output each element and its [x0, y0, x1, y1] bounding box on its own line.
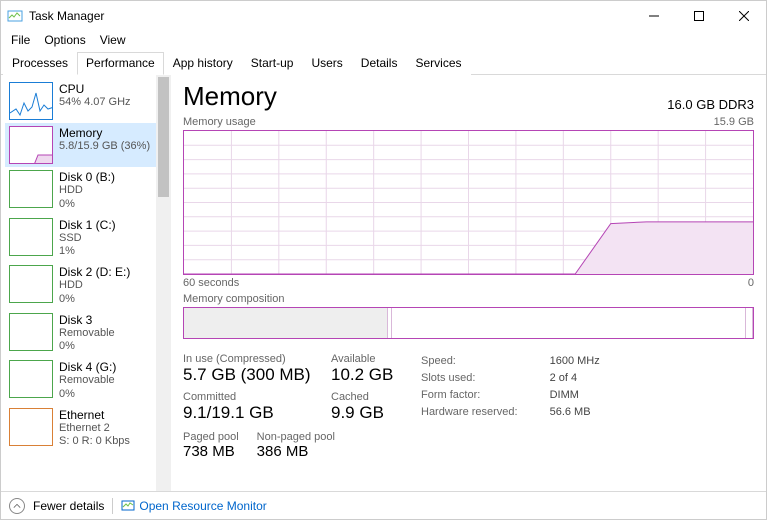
tab-processes[interactable]: Processes	[3, 52, 77, 75]
sidebar-item-sub: 54% 4.07 GHz	[59, 96, 131, 110]
sidebar-item-disk0[interactable]: Disk 0 (B:)HDD0%	[5, 167, 161, 215]
nonpaged-value: 386 MB	[257, 443, 335, 460]
nonpaged-label: Non-paged pool	[257, 431, 335, 443]
memory-usage-chart[interactable]	[183, 130, 754, 275]
sidebar-item-name: Memory	[59, 126, 150, 140]
tab-app-history[interactable]: App history	[164, 52, 242, 75]
eth-thumb-chart	[9, 408, 53, 446]
disk2-thumb-chart	[9, 265, 53, 303]
sidebar-item-cpu[interactable]: CPU54% 4.07 GHz	[5, 79, 161, 123]
committed-label: Committed	[183, 391, 313, 403]
sidebar-item-name: Disk 1 (C:)	[59, 218, 116, 232]
performance-panel: Memory 16.0 GB DDR3 Memory usage 15.9 GB…	[171, 75, 766, 491]
committed-value: 9.1/19.1 GB	[183, 403, 313, 423]
sidebar-item-name: Disk 3	[59, 313, 115, 327]
available-value: 10.2 GB	[331, 365, 401, 385]
composition-seg-standby	[392, 308, 746, 338]
sidebar-item-name: Ethernet	[59, 408, 130, 422]
composition-seg-free	[746, 308, 753, 338]
spec-slots-value: 2 of 4	[550, 372, 600, 387]
tab-details[interactable]: Details	[352, 52, 407, 75]
spec-hwres-value: 56.6 MB	[550, 406, 600, 421]
resource-monitor-icon	[121, 499, 135, 513]
app-icon	[7, 8, 23, 24]
footer-separator	[112, 498, 113, 514]
disk4-thumb-chart	[9, 360, 53, 398]
sidebar: CPU54% 4.07 GHzMemory5.8/15.9 GB (36%)Di…	[1, 75, 171, 491]
window-title: Task Manager	[29, 9, 104, 23]
sidebar-item-sub: Removable0%	[59, 374, 116, 402]
tab-users[interactable]: Users	[302, 52, 351, 75]
sidebar-scrollbar[interactable]	[156, 75, 171, 491]
sidebar-item-sub: Ethernet 2S: 0 R: 0 Kbps	[59, 422, 130, 450]
composition-seg-in-use	[184, 308, 388, 338]
memory-thumb-chart	[9, 126, 53, 164]
sidebar-item-disk3[interactable]: Disk 3Removable0%	[5, 310, 161, 358]
in-use-label: In use (Compressed)	[183, 353, 313, 365]
spec-speed-label: Speed:	[421, 355, 548, 370]
spec-hwres-label: Hardware reserved:	[421, 406, 548, 421]
menu-file[interactable]: File	[5, 31, 36, 49]
usage-label: Memory usage	[183, 116, 256, 128]
sidebar-item-sub: SSD1%	[59, 232, 116, 260]
cached-value: 9.9 GB	[331, 403, 401, 423]
cpu-thumb-chart	[9, 82, 53, 120]
memory-composition-bar[interactable]	[183, 307, 754, 339]
tab-bar: Processes Performance App history Start-…	[1, 51, 766, 75]
main-area: CPU54% 4.07 GHzMemory5.8/15.9 GB (36%)Di…	[1, 75, 766, 491]
sidebar-item-disk1[interactable]: Disk 1 (C:)SSD1%	[5, 215, 161, 263]
spec-form-value: DIMM	[550, 389, 600, 404]
menu-options[interactable]: Options	[38, 31, 91, 49]
usage-max: 15.9 GB	[714, 116, 754, 128]
spec-table: Speed:1600 MHz Slots used:2 of 4 Form fa…	[419, 353, 602, 423]
chevron-up-icon[interactable]	[9, 498, 25, 514]
sidebar-item-name: Disk 2 (D: E:)	[59, 265, 130, 279]
disk3-thumb-chart	[9, 313, 53, 351]
tab-performance[interactable]: Performance	[77, 52, 164, 75]
minimize-button[interactable]	[631, 1, 676, 31]
sidebar-item-name: Disk 0 (B:)	[59, 170, 115, 184]
sidebar-item-memory[interactable]: Memory5.8/15.9 GB (36%)	[5, 123, 161, 167]
axis-right: 0	[748, 277, 754, 289]
disk0-thumb-chart	[9, 170, 53, 208]
spec-speed-value: 1600 MHz	[550, 355, 600, 370]
in-use-value: 5.7 GB (300 MB)	[183, 365, 313, 385]
menu-bar: File Options View	[1, 31, 766, 51]
sidebar-item-sub: HDD0%	[59, 184, 115, 212]
sidebar-item-disk2[interactable]: Disk 2 (D: E:)HDD0%	[5, 262, 161, 310]
sidebar-item-disk4[interactable]: Disk 4 (G:)Removable0%	[5, 357, 161, 405]
scrollbar-thumb[interactable]	[158, 77, 169, 197]
open-resource-monitor-link[interactable]: Open Resource Monitor	[121, 499, 266, 513]
panel-title: Memory	[183, 81, 277, 112]
axis-left: 60 seconds	[183, 277, 239, 289]
spec-form-label: Form factor:	[421, 389, 548, 404]
paged-value: 738 MB	[183, 443, 239, 460]
close-button[interactable]	[721, 1, 766, 31]
fewer-details-button[interactable]: Fewer details	[33, 499, 104, 513]
tab-services[interactable]: Services	[406, 52, 470, 75]
sidebar-item-sub: HDD0%	[59, 279, 130, 307]
tab-startup[interactable]: Start-up	[242, 52, 303, 75]
disk1-thumb-chart	[9, 218, 53, 256]
available-label: Available	[331, 353, 401, 365]
cached-label: Cached	[331, 391, 401, 403]
panel-summary: 16.0 GB DDR3	[667, 97, 754, 112]
footer: Fewer details Open Resource Monitor	[1, 491, 766, 519]
maximize-button[interactable]	[676, 1, 721, 31]
title-bar: Task Manager	[1, 1, 766, 31]
spec-slots-label: Slots used:	[421, 372, 548, 387]
sidebar-item-eth[interactable]: EthernetEthernet 2S: 0 R: 0 Kbps	[5, 405, 161, 453]
menu-view[interactable]: View	[94, 31, 132, 49]
paged-label: Paged pool	[183, 431, 239, 443]
sidebar-item-sub: Removable0%	[59, 327, 115, 355]
sidebar-item-name: Disk 4 (G:)	[59, 360, 116, 374]
composition-label: Memory composition	[183, 293, 754, 305]
sidebar-item-sub: 5.8/15.9 GB (36%)	[59, 140, 150, 154]
sidebar-item-name: CPU	[59, 82, 131, 96]
